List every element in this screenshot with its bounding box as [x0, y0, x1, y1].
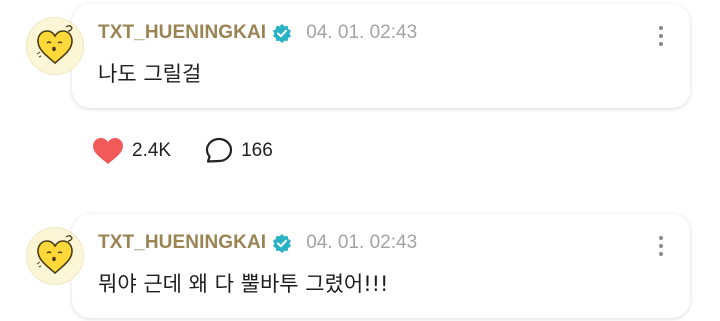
- like-count: 2.4K: [132, 140, 172, 161]
- comment-bubble: TXT_HUENINGKAI 04. 01. 02:43 나도 그릴걸: [72, 4, 690, 108]
- yellow-heart-avatar-icon: [36, 235, 73, 275]
- author-name[interactable]: TXT_HUENINGKAI: [98, 232, 266, 254]
- comment-bubble: TXT_HUENINGKAI 04. 01. 02:43 뭐야 근데 왜 다 뿔…: [72, 214, 690, 318]
- comment-header: TXT_HUENINGKAI 04. 01. 02:43: [98, 231, 417, 255]
- more-vertical-icon[interactable]: [658, 236, 664, 258]
- speech-bubble-icon: [205, 137, 233, 163]
- comment-header: TXT_HUENINGKAI 04. 01. 02:43: [98, 21, 417, 45]
- comment-count: 166: [241, 140, 273, 161]
- yellow-heart-avatar-icon: [36, 25, 73, 65]
- timestamp: 04. 01. 02:43: [306, 232, 418, 253]
- avatar[interactable]: [26, 227, 84, 285]
- heart-icon: [93, 138, 123, 164]
- author-name[interactable]: TXT_HUENINGKAI: [98, 22, 266, 44]
- timestamp: 04. 01. 02:43: [306, 22, 418, 43]
- verified-badge-icon: [272, 23, 292, 43]
- reaction-bar: 2.4K 166: [92, 136, 307, 166]
- verified-badge-icon: [272, 233, 292, 253]
- comment-text: 뭐야 근데 왜 다 뿔바투 그렸어!!!: [98, 272, 389, 296]
- comment-button[interactable]: 166: [205, 137, 273, 165]
- like-button[interactable]: 2.4K: [92, 137, 171, 165]
- more-vertical-icon[interactable]: [658, 26, 664, 48]
- avatar[interactable]: [26, 17, 84, 75]
- comment-text: 나도 그릴걸: [98, 62, 202, 86]
